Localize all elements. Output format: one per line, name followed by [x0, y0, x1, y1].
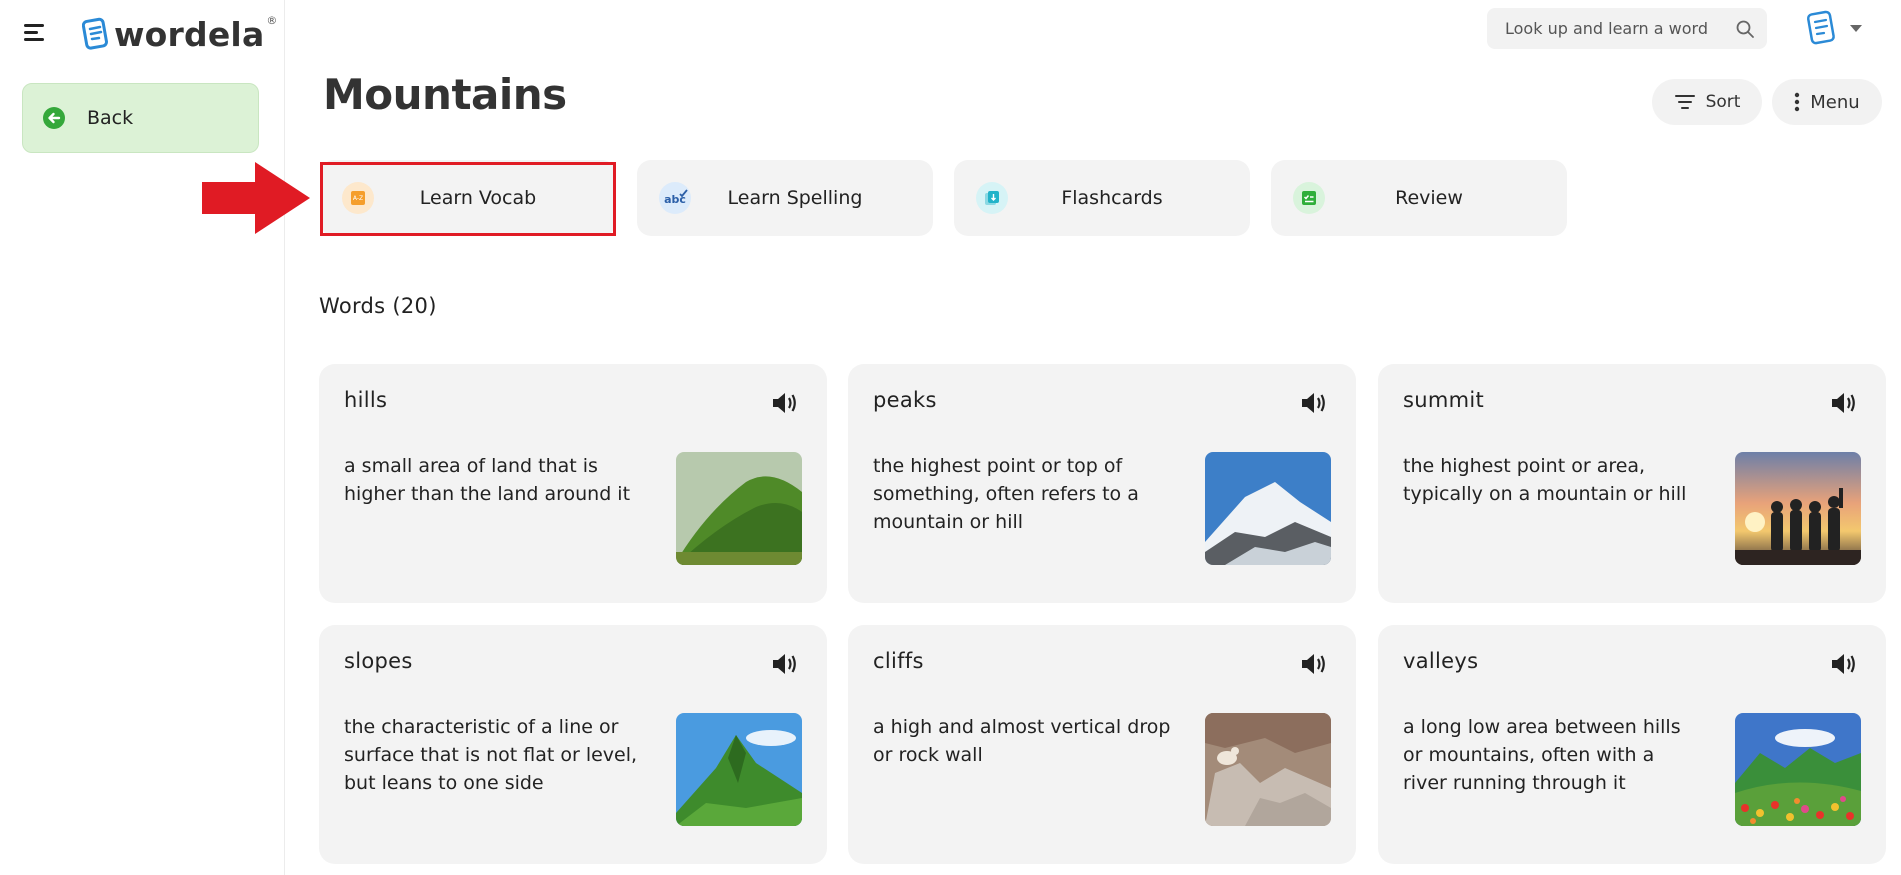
words-heading: Words (20)	[319, 294, 437, 318]
menu-label: Menu	[1810, 91, 1860, 113]
search-icon[interactable]	[1735, 19, 1755, 39]
word-card-summit[interactable]: summit the highest point or area, typica…	[1378, 364, 1886, 603]
word-definition: a long low area between hills or mountai…	[1403, 716, 1681, 794]
word-card-hills[interactable]: hills a small area of land that is highe…	[319, 364, 827, 603]
review-label: Review	[1395, 187, 1463, 209]
word-definition: a high and almost vertical drop or rock …	[873, 716, 1171, 766]
word-title: valleys	[1403, 649, 1479, 673]
speaker-icon[interactable]	[771, 651, 799, 677]
search-bar	[1487, 8, 1767, 49]
word-card-peaks[interactable]: peaks the highest point or top of someth…	[848, 364, 1356, 603]
green-mountain-image	[676, 713, 802, 826]
snowy-peak-image	[1205, 452, 1331, 565]
highlight-box-annotation	[320, 162, 616, 236]
menu-button[interactable]: Menu	[1772, 79, 1882, 125]
sort-label: Sort	[1705, 92, 1741, 112]
sort-icon	[1674, 95, 1695, 109]
back-label: Back	[87, 107, 134, 129]
flower-valley-image	[1735, 713, 1861, 826]
speaker-icon[interactable]	[1830, 390, 1858, 416]
speaker-icon[interactable]	[771, 390, 799, 416]
sort-button[interactable]: Sort	[1652, 79, 1762, 125]
chevron-down-icon	[1850, 24, 1862, 32]
word-title: summit	[1403, 388, 1485, 412]
word-title: slopes	[344, 649, 413, 673]
trademark: ®	[266, 13, 278, 27]
word-title: peaks	[873, 388, 937, 412]
flashcards-label: Flashcards	[1061, 187, 1163, 209]
word-definition: the highest point or top of something, o…	[873, 455, 1139, 533]
page-title: Mountains	[323, 70, 567, 119]
logo-text: wordela	[114, 14, 265, 54]
back-button[interactable]: Back	[22, 83, 259, 153]
word-title: cliffs	[873, 649, 924, 673]
green-hill-image	[676, 452, 802, 565]
word-card-cliffs[interactable]: cliffs a high and almost vertical drop o…	[848, 625, 1356, 864]
summit-sunset-image	[1735, 452, 1861, 565]
user-menu[interactable]	[1806, 10, 1862, 46]
sidebar: wordela ® Back	[0, 0, 285, 875]
red-arrow-annotation	[202, 162, 310, 234]
word-title: hills	[344, 388, 388, 412]
learn-spelling-label: Learn Spelling	[727, 187, 863, 209]
avatar-icon	[1806, 10, 1835, 45]
logo[interactable]: wordela ®	[82, 14, 277, 54]
speaker-icon[interactable]	[1300, 651, 1328, 677]
more-vertical-icon	[1795, 92, 1800, 112]
rocky-cliff-image	[1205, 713, 1331, 826]
hamburger-menu-icon[interactable]	[24, 22, 48, 44]
speaker-icon[interactable]	[1830, 651, 1858, 677]
speaker-icon[interactable]	[1300, 390, 1328, 416]
word-card-slopes[interactable]: slopes the characteristic of a line or s…	[319, 625, 827, 864]
flashcards-button[interactable]: Flashcards	[954, 160, 1250, 236]
learn-spelling-button[interactable]: abc Learn Spelling	[637, 160, 933, 236]
review-button[interactable]: Review	[1271, 160, 1567, 236]
word-definition: a small area of land that is higher than…	[344, 455, 631, 505]
search-input[interactable]	[1505, 19, 1735, 38]
wordela-logo-icon	[82, 17, 108, 50]
arrow-left-circle-icon	[43, 107, 65, 129]
word-definition: the characteristic of a line or surface …	[344, 716, 638, 794]
word-definition: the highest point or area, typically on …	[1403, 455, 1687, 505]
word-card-valleys[interactable]: valleys a long low area between hills or…	[1378, 625, 1886, 864]
